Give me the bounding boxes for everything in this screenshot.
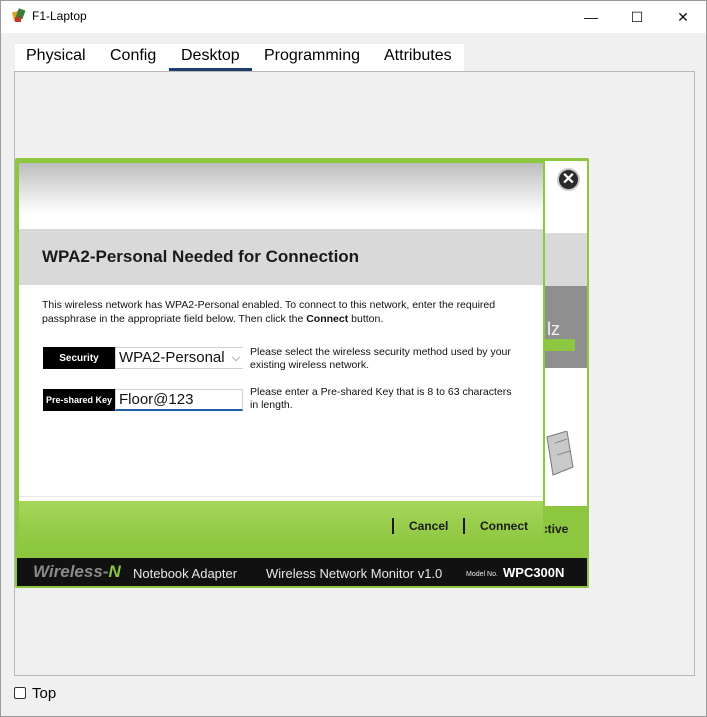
monitor-footer: Wireless-N Notebook Adapter Wireless Net… [17,558,587,586]
button-separator [463,518,465,534]
signal-strip [545,339,575,351]
brand-logo: Wireless-N [33,562,121,581]
window-title: F1-Laptop [32,9,87,23]
adapter-image [545,430,575,476]
tab-physical[interactable]: Physical [26,47,86,65]
dialog-title: WPA2-Personal Needed for Connection [42,247,360,266]
chevron-down-icon[interactable]: ⌵ [229,348,243,368]
model-label: Model No. [466,571,498,578]
close-button[interactable]: ✕ [660,1,706,33]
tab-config[interactable]: Config [110,47,156,65]
monitor-partial-label: ctive [541,522,569,536]
security-label: Security [43,347,115,369]
dialog-divider [19,496,543,497]
tab-desktop[interactable]: Desktop [169,47,252,71]
tab-bar: Physical Config Desktop Programming Attr… [15,44,464,71]
top-checkbox[interactable] [14,687,26,699]
button-separator [392,518,394,534]
app-window: F1-Laptop — ☐ ✕ Physical Config Desktop … [0,0,707,717]
brand-adapter-text: Notebook Adapter [133,566,238,581]
minimize-button[interactable]: — [568,1,614,33]
maximize-button[interactable]: ☐ [614,1,660,33]
psk-hint: Please enter a Pre-shared Key that is 8 … [250,386,512,411]
psk-input[interactable]: Floor@123 [115,389,243,411]
top-checkbox-label: Top [32,685,57,702]
brand-monitor-text: Wireless Network Monitor v1.0 [266,566,443,581]
title-bar: F1-Laptop — ☐ ✕ [1,1,706,33]
dialog-description: This wireless network has WPA2-Personal … [42,299,496,325]
tab-programming[interactable]: Programming [264,47,360,65]
app-icon [11,8,27,24]
monitor-partial-text: lz [547,319,560,339]
dialog-top-gradient [19,163,543,213]
model-number: WPC300N [503,565,565,580]
monitor-close-icon[interactable]: ✕ [557,168,580,191]
monitor-grey-band [545,233,587,286]
security-hint: Please select the wireless security meth… [250,346,511,371]
cancel-button[interactable]: Cancel [409,519,448,533]
connect-button[interactable]: Connect [480,519,528,533]
tab-attributes[interactable]: Attributes [384,47,452,65]
security-select[interactable]: WPA2-Personal [115,347,243,369]
wpa2-dialog: WPA2-Personal Needed for Connection This… [17,161,545,546]
psk-label: Pre-shared Key [43,389,115,411]
